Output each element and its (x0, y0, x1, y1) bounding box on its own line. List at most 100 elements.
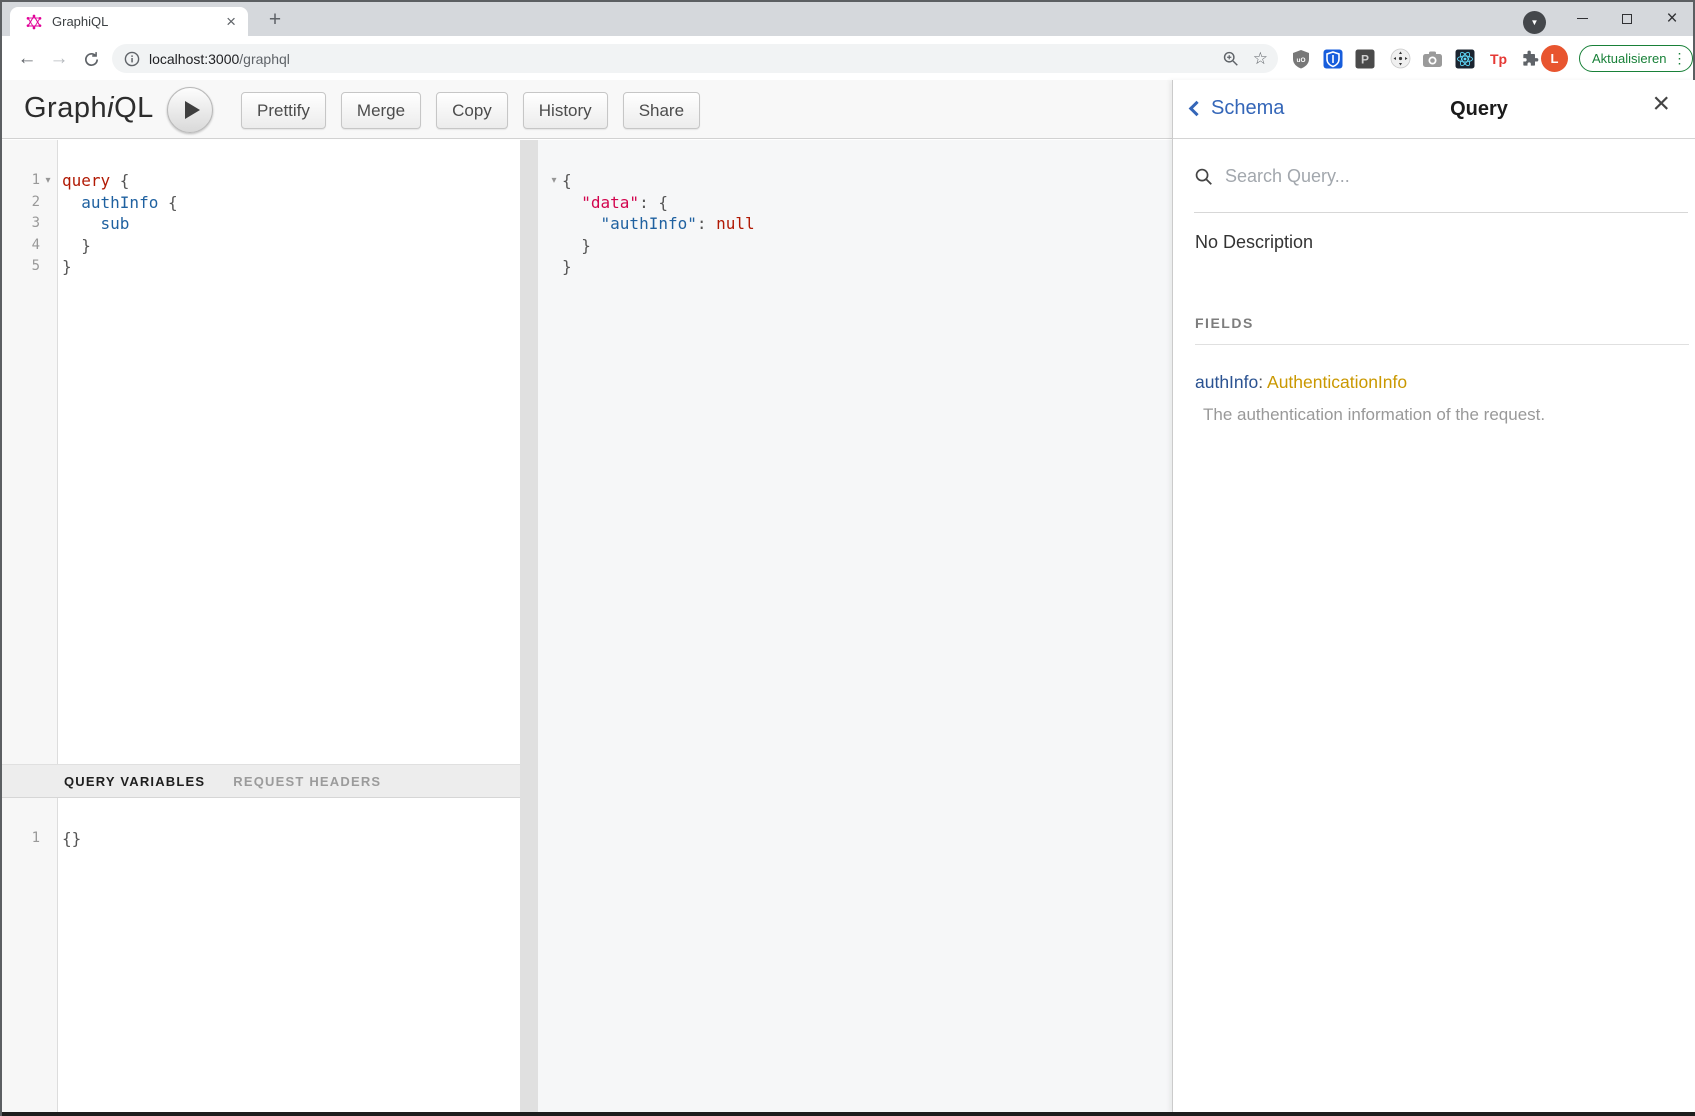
tab-request-headers[interactable]: REQUEST HEADERS (233, 774, 381, 789)
fold-spacer (546, 192, 562, 214)
update-button-label: Aktualisieren (1592, 51, 1666, 66)
minimize-button[interactable] (1560, 2, 1604, 35)
profile-avatar[interactable]: L (1541, 45, 1568, 72)
maximize-icon (1622, 14, 1632, 24)
share-button[interactable]: Share (623, 92, 700, 129)
fold-spacer (40, 192, 56, 214)
doc-fields-heading: FIELDS (1195, 315, 1689, 345)
tab-query-variables[interactable]: QUERY VARIABLES (64, 774, 205, 789)
code-line: } (62, 235, 178, 257)
fold-spacer (546, 213, 562, 235)
fold-spacer (40, 828, 56, 850)
back-button[interactable]: ← (14, 46, 40, 72)
code-line: "data": { (562, 192, 755, 214)
bitwarden-icon[interactable] (1322, 48, 1343, 69)
camera-extension-icon[interactable] (1422, 48, 1443, 69)
fold-spacer (40, 256, 56, 278)
tp-extension-icon[interactable]: Tp (1488, 48, 1509, 69)
variables-editor-line-numbers: 1 (2, 828, 56, 850)
taskbar-edge (2, 1112, 1695, 1116)
fold-spacer (546, 256, 562, 278)
maximize-button[interactable] (1605, 2, 1649, 35)
svg-text:uO: uO (1296, 57, 1305, 64)
code-line: query { (62, 170, 178, 192)
browser-window: GraphiQL × + ▼ × ← → localhost:3000/grap… (0, 0, 1695, 1116)
doc-search-input[interactable] (1225, 166, 1645, 187)
response-code: { "data": { "authInfo": null }} (562, 170, 755, 278)
search-icon (1194, 167, 1213, 186)
doc-search-bar[interactable] (1194, 140, 1688, 213)
doc-field-row: authInfo: AuthenticationInfo (1195, 372, 1407, 393)
doc-back-label: Schema (1211, 97, 1284, 120)
query-editor-code[interactable]: query { authInfo { sub }} (62, 170, 178, 278)
doc-explorer-header: Schema Query × (1173, 80, 1695, 139)
code-line: } (562, 235, 755, 257)
tab-close-icon[interactable]: × (222, 13, 240, 30)
fold-spacer (546, 235, 562, 257)
code-line: sub (62, 213, 178, 235)
url-text[interactable]: localhost:3000/graphql (149, 51, 1222, 67)
bookmark-star-icon[interactable]: ☆ (1253, 49, 1268, 69)
tab-search-arrow-icon: ▼ (1531, 18, 1539, 27)
prettify-button[interactable]: Prettify (241, 92, 326, 129)
variables-editor[interactable]: 1 {} (2, 798, 520, 1112)
response-viewer: ▾ { "data": { "authInfo": null }} (538, 140, 1172, 1112)
code-line: } (62, 256, 178, 278)
variables-title-bar: QUERY VARIABLES REQUEST HEADERS (2, 764, 520, 798)
code-line: {} (62, 828, 81, 850)
merge-button[interactable]: Merge (341, 92, 421, 129)
overflow-menu-icon: ⋮ (1672, 50, 1686, 67)
new-tab-button[interactable]: + (260, 5, 290, 35)
line-number: 5 (2, 256, 40, 278)
history-button[interactable]: History (523, 92, 608, 129)
line-number: 2 (2, 192, 40, 214)
reload-button[interactable] (78, 46, 104, 72)
execute-button[interactable] (167, 87, 213, 133)
fold-arrow-icon[interactable]: ▾ (546, 170, 562, 192)
graphiql-logo: GraphiQL (24, 92, 154, 125)
graphiql-toolbar-buttons: Prettify Merge Copy History Share (241, 92, 700, 129)
code-line: } (562, 256, 755, 278)
minimize-icon (1577, 18, 1588, 19)
doc-close-icon[interactable]: × (1652, 87, 1670, 121)
doc-back-link[interactable]: Schema (1191, 97, 1284, 120)
tab-search-button[interactable]: ▼ (1523, 11, 1546, 34)
line-number: 4 (2, 235, 40, 257)
address-bar[interactable]: localhost:3000/graphql ☆ (112, 44, 1278, 73)
browser-titlebar (2, 2, 1693, 36)
query-editor-line-numbers: 1▾2345 (2, 170, 56, 278)
line-number: 1 (2, 170, 40, 192)
line-number: 3 (2, 213, 40, 235)
forward-button[interactable]: → (46, 46, 72, 72)
chevron-left-icon (1189, 101, 1205, 117)
type-name-link[interactable]: AuthenticationInfo (1267, 372, 1407, 392)
svg-text:P: P (1360, 52, 1368, 66)
p-extension-icon[interactable]: P (1354, 48, 1375, 69)
fold-arrow-icon[interactable]: ▾ (40, 170, 56, 192)
site-info-icon[interactable] (124, 51, 140, 67)
field-name-link[interactable]: authInfo (1195, 372, 1258, 392)
doc-explorer-panel: Schema Query × No Description FIELDS aut… (1172, 80, 1695, 1112)
zoom-icon[interactable] (1222, 50, 1239, 67)
close-icon: × (1666, 9, 1677, 28)
graphql-favicon (26, 14, 42, 30)
play-icon (185, 101, 200, 119)
query-editor[interactable]: 1▾2345 query { authInfo { sub }} (2, 140, 520, 764)
doc-explorer-title: Query (1323, 98, 1635, 121)
doc-field-description: The authentication information of the re… (1203, 405, 1545, 425)
tab-title: GraphiQL (52, 14, 222, 29)
variables-editor-code[interactable]: {} (62, 828, 81, 850)
update-button[interactable]: Aktualisieren ⋮ (1579, 45, 1693, 72)
ublock-icon[interactable]: uO (1290, 48, 1311, 69)
line-number: 1 (2, 828, 40, 850)
pane-resize-divider[interactable] (520, 140, 538, 1112)
copy-button[interactable]: Copy (436, 92, 508, 129)
fold-spacer (40, 235, 56, 257)
extensions-puzzle-icon[interactable] (1519, 48, 1540, 69)
browser-tab-graphiql[interactable]: GraphiQL × (10, 7, 248, 36)
react-devtools-icon[interactable] (1454, 48, 1475, 69)
crosshair-extension-icon[interactable] (1390, 48, 1411, 69)
close-button[interactable]: × (1650, 2, 1694, 35)
response-fold-gutter[interactable]: ▾ (546, 170, 562, 278)
doc-no-description: No Description (1195, 232, 1313, 253)
